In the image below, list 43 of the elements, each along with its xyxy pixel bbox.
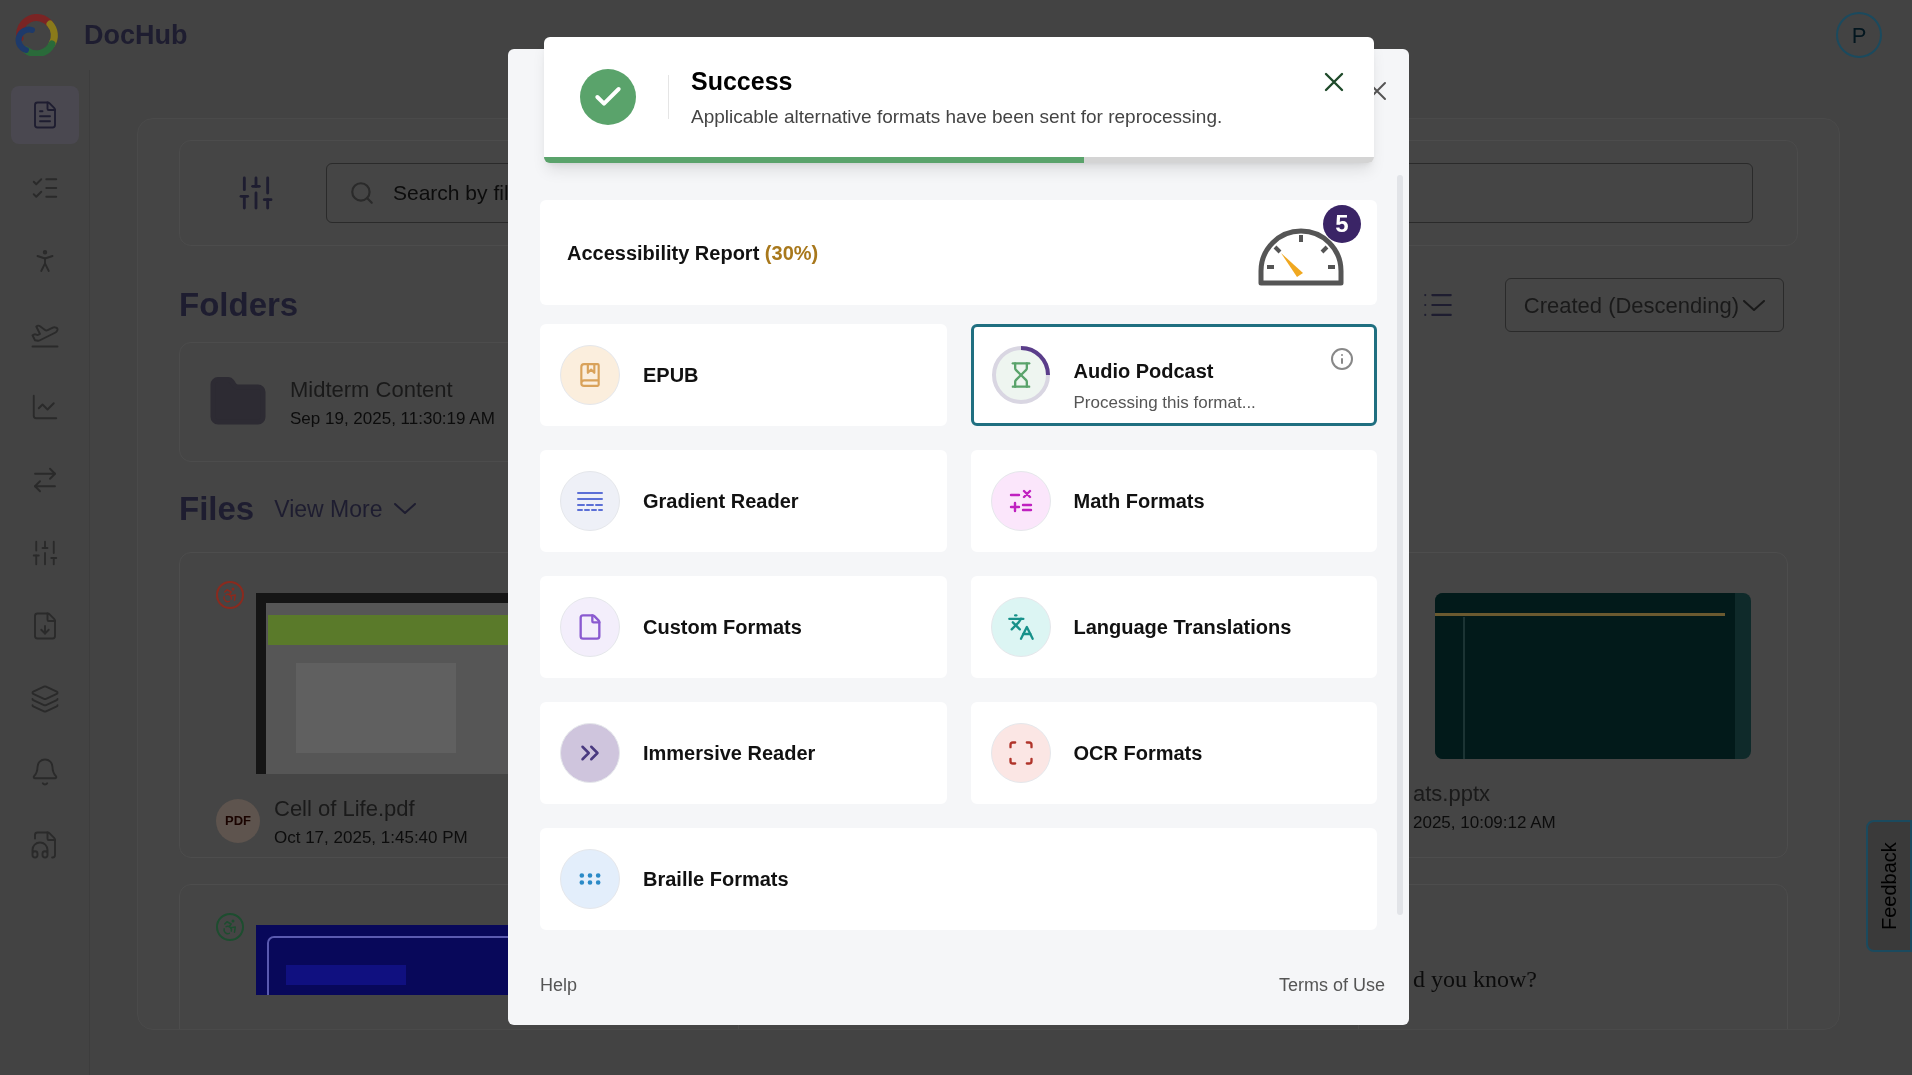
sidebar-item[interactable] [10,86,79,144]
toast-message: Applicable alternative formats have been sent for reprocessing. [691,104,1224,129]
format-card[interactable]: Language Translations [970,576,1377,678]
format-card[interactable]: Audio Podcast Processing this format... [970,324,1377,426]
format-label: OCR Formats [1073,741,1204,766]
help-link[interactable]: Help [540,972,578,999]
format-label: Language Translations [1073,615,1293,640]
format-label: Math Formats [1073,489,1206,514]
translate-icon [1006,613,1035,641]
report-title: Accessibility Report (30%) [567,240,819,266]
file-date: 2025, 10:09:12 AM [1413,811,1556,834]
format-card[interactable]: Gradient Reader [540,450,947,552]
format-card[interactable]: Braille Formats [540,828,1377,930]
math-symbols-icon [1007,488,1034,514]
format-card[interactable]: Immersive Reader [540,702,947,804]
info-icon[interactable] [1330,347,1354,371]
format-card[interactable]: EPUB [540,324,947,426]
search-icon [349,180,375,206]
format-label: Audio Podcast [1073,359,1215,385]
folder-date: Sep 19, 2025, 11:30:19 AM [290,407,495,430]
file-date: Oct 17, 2025, 1:45:40 PM [274,826,468,849]
chevron-down-icon [394,503,417,515]
success-check-icon [580,69,636,125]
processing-hourglass-icon [990,345,1051,405]
format-label: Gradient Reader [643,489,800,514]
format-status: Processing this format... [1073,392,1257,415]
scan-icon [1006,739,1035,767]
layers-icon [29,684,60,714]
format-card[interactable]: Custom Formats [540,576,947,678]
count-badge: 5 [1323,204,1361,243]
format-label: EPUB [643,363,700,388]
format-card[interactable]: OCR Formats [970,702,1377,804]
search-placeholder: Search by fil [393,180,509,207]
format-card[interactable]: Math Formats [970,450,1377,552]
tip-heading: d you know? [1413,964,1537,994]
pdf-file-icon: PDF [216,798,260,843]
chevron-down-icon [1743,299,1765,311]
report-card[interactable]: Accessibility Report (30%) 5 [540,200,1377,305]
close-icon [1324,72,1344,92]
text-lines-icon [576,490,604,512]
book-icon [577,362,603,388]
toast-title: Success [691,66,794,97]
format-label: Braille Formats [643,867,790,892]
